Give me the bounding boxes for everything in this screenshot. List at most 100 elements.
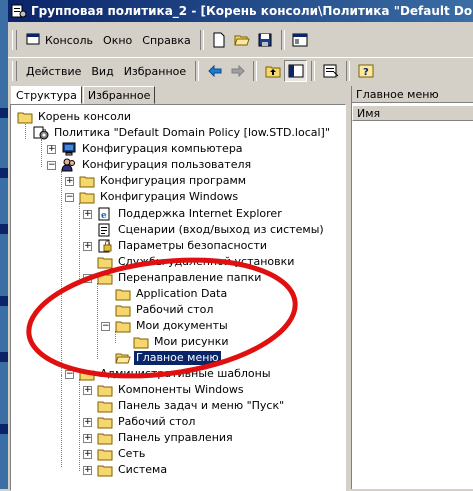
menu-view[interactable]: Вид (86, 63, 118, 80)
tree-connector (79, 379, 80, 471)
tree-item-app-data[interactable]: Application Data (115, 286, 229, 302)
expand-toggle[interactable]: + (83, 242, 92, 251)
ie-maintenance-icon: e (98, 207, 110, 221)
actionbar-grip[interactable] (12, 61, 17, 81)
console-tree-icon (288, 64, 304, 78)
menubar-grip[interactable] (12, 30, 17, 50)
svg-text:e: e (101, 211, 107, 221)
tree-item-admin-templates[interactable]: Административные шаблоны (79, 366, 273, 382)
expand-toggle[interactable]: + (65, 177, 74, 186)
tree-item-system[interactable]: Система (97, 462, 169, 478)
menu-help[interactable]: Справка (137, 32, 195, 49)
collapse-toggle[interactable]: − (83, 274, 92, 283)
tree-item-computer-config[interactable]: Конфигурация компьютера (61, 141, 245, 157)
toolbar-separator (195, 61, 200, 81)
tab-favorites[interactable]: Избранное (82, 86, 156, 104)
open-folder-icon (234, 35, 250, 46)
details-title: Главное меню (352, 86, 473, 103)
tree-item-windows-components[interactable]: Компоненты Windows (97, 382, 246, 398)
collapse-toggle[interactable]: − (65, 193, 74, 202)
script-icon (98, 223, 110, 237)
tree-item-root[interactable]: Корень консоли (17, 109, 133, 125)
toolbar-separator (346, 61, 351, 81)
open-button[interactable] (231, 29, 254, 51)
collapse-toggle[interactable]: − (47, 161, 56, 170)
menu-console[interactable]: Консоль (21, 31, 98, 49)
show-hide-tree-button[interactable] (284, 60, 308, 82)
menu-favorites[interactable]: Избранное (119, 63, 191, 80)
new-window-button[interactable] (289, 29, 312, 51)
tree-item-security[interactable]: Параметры безопасности (97, 238, 269, 254)
expand-toggle[interactable]: + (83, 434, 92, 443)
tree-item-my-pictures[interactable]: Мои рисунки (133, 334, 231, 350)
action-bar: Действие Вид Избранное ? (8, 57, 473, 84)
folder-icon (115, 305, 131, 317)
folder-icon (97, 401, 113, 413)
folder-icon (79, 176, 95, 188)
tree-item-folder-redirection[interactable]: Перенаправление папки (97, 270, 263, 286)
up-one-level-button[interactable] (261, 60, 284, 82)
expand-toggle[interactable]: + (83, 418, 92, 427)
tree-connector (97, 283, 98, 359)
tree-item-ris[interactable]: Службы удаленной установки (97, 254, 296, 270)
folder-icon (97, 417, 113, 429)
tree-connector (61, 375, 62, 467)
help-button[interactable]: ? (354, 60, 377, 82)
console-tree[interactable]: Корень консоли − Политика "Default Domai… (10, 104, 346, 491)
title-bar[interactable]: Групповая политика_2 - [Корень консоли\П… (8, 0, 473, 22)
tree-item-desktop[interactable]: Рабочий стол (115, 302, 215, 318)
open-folder-icon (115, 353, 131, 364)
save-button[interactable] (254, 29, 277, 51)
tree-item-windows-config[interactable]: Конфигурация Windows (79, 189, 240, 205)
forward-arrow-icon (231, 65, 245, 77)
new-window-icon (292, 33, 308, 47)
toolbar-separator (253, 61, 258, 81)
collapse-toggle[interactable]: − (101, 322, 110, 331)
console-icon (26, 33, 40, 45)
tree-tabs: Структура Избранное (11, 86, 156, 104)
tree-item-my-documents[interactable]: Мои документы (115, 318, 230, 334)
toolbar-separator (280, 30, 285, 50)
back-arrow-icon (207, 65, 222, 77)
column-header-name[interactable]: Имя (352, 105, 473, 121)
floppy-disk-icon (258, 33, 272, 47)
new-console-button[interactable] (208, 29, 231, 51)
tree-item-network[interactable]: Сеть (97, 446, 147, 462)
menu-window[interactable]: Окно (98, 32, 137, 49)
tab-structure[interactable]: Структура (11, 86, 82, 104)
folder-icon (97, 273, 113, 285)
tree-item-start-menu[interactable]: Главное меню (115, 350, 221, 366)
tree-item-control-panel[interactable]: Панель управления (97, 430, 235, 446)
folder-icon (79, 369, 95, 381)
computer-icon (62, 142, 76, 156)
help-icon: ? (358, 64, 374, 78)
mmc-window: Групповая политика_2 - [Корень консоли\П… (8, 0, 473, 491)
folder-icon (97, 433, 113, 445)
expand-toggle[interactable]: + (83, 386, 92, 395)
tree-item-scripts[interactable]: Сценарии (вход/выход из системы) (97, 222, 326, 238)
folder-icon (97, 465, 113, 477)
tree-item-user-config[interactable]: Конфигурация пользователя (61, 157, 253, 173)
expand-toggle[interactable]: + (83, 466, 92, 475)
forward-button[interactable] (226, 60, 249, 82)
collapse-toggle[interactable]: − (65, 370, 74, 379)
folder-icon (97, 449, 113, 461)
expand-toggle[interactable]: + (83, 210, 92, 219)
tree-item-ie-maintenance[interactable]: e Поддержка Internet Explorer (97, 206, 284, 222)
properties-button[interactable] (319, 60, 342, 82)
tree-item-policy[interactable]: Политика "Default Domain Policy [low.STD… (33, 125, 332, 141)
folder-icon (133, 337, 149, 349)
tree-connector (61, 171, 62, 375)
back-button[interactable] (203, 60, 226, 82)
folder-icon (79, 192, 95, 204)
expand-toggle[interactable]: + (47, 145, 56, 154)
expand-toggle[interactable]: + (83, 450, 92, 459)
users-icon (61, 158, 75, 172)
tree-item-desktop2[interactable]: Рабочий стол (97, 414, 197, 430)
security-icon (98, 239, 112, 253)
tree-item-software-config[interactable]: Конфигурация программ (79, 173, 248, 189)
details-pane[interactable]: Главное меню Имя (351, 86, 473, 489)
tree-connector (79, 203, 80, 281)
tree-item-taskbar[interactable]: Панель задач и меню "Пуск" (97, 398, 286, 414)
menu-action[interactable]: Действие (21, 63, 86, 80)
